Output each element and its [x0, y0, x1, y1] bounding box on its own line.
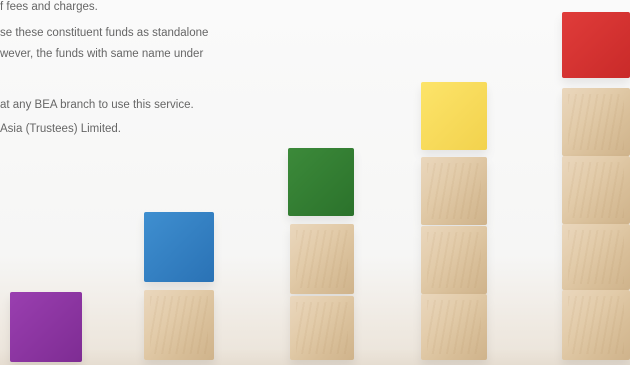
- wood-block-col5-4: [562, 290, 630, 360]
- blue-block: [144, 212, 214, 282]
- info-line-1: f fees and charges.: [0, 1, 98, 13]
- wood-block-col4-1: [421, 157, 487, 225]
- info-line-3: wever, the funds with same name under: [0, 48, 204, 60]
- wood-block-col5-1: [562, 88, 630, 156]
- info-line-4: at any BEA branch to use this service.: [0, 99, 194, 111]
- red-block: [562, 12, 630, 78]
- purple-block: [10, 292, 82, 362]
- wood-block-col3-1: [290, 224, 354, 294]
- info-line-2: se these constituent funds as standalone: [0, 27, 209, 39]
- yellow-block: [421, 82, 487, 150]
- info-line-5: Asia (Trustees) Limited.: [0, 123, 121, 135]
- wood-block-col3-2: [290, 296, 354, 360]
- wood-block-col4-3: [421, 294, 487, 360]
- wood-block-col2-1: [144, 290, 214, 360]
- wood-block-col5-3: [562, 224, 630, 290]
- green-block: [288, 148, 354, 216]
- wood-block-col5-2: [562, 156, 630, 224]
- wood-block-col4-2: [421, 226, 487, 294]
